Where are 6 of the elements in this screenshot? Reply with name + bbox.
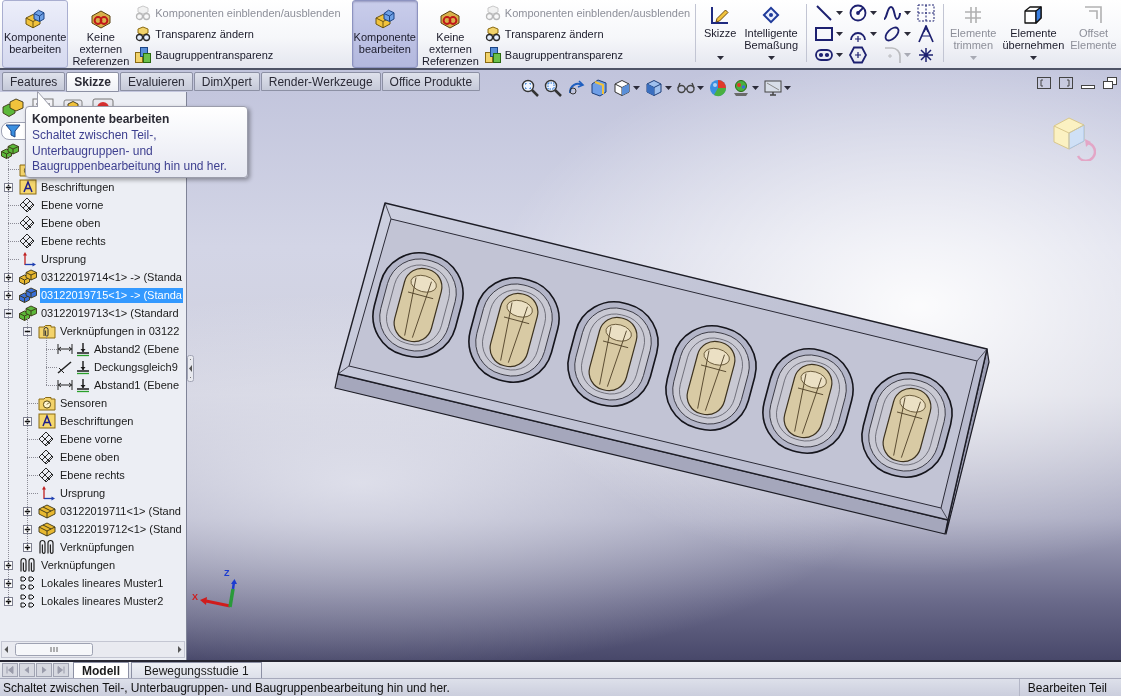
status-message: Schaltet zwischen Teil-, Unterbaugruppen- und Baugruppenbearbeitung hin und her.	[2, 680, 450, 695]
axis-label: X	[192, 593, 198, 602]
tooltip-text: Schaltet zwischen Teil-, Unterbaugruppen- und Baugruppenbearbeitung hin und her.	[32, 128, 228, 175]
status-mode: Bearbeiten Teil	[1018, 679, 1121, 696]
tooltip-title: Komponente bearbeiten	[32, 111, 171, 127]
axis-label: Z	[224, 569, 230, 578]
